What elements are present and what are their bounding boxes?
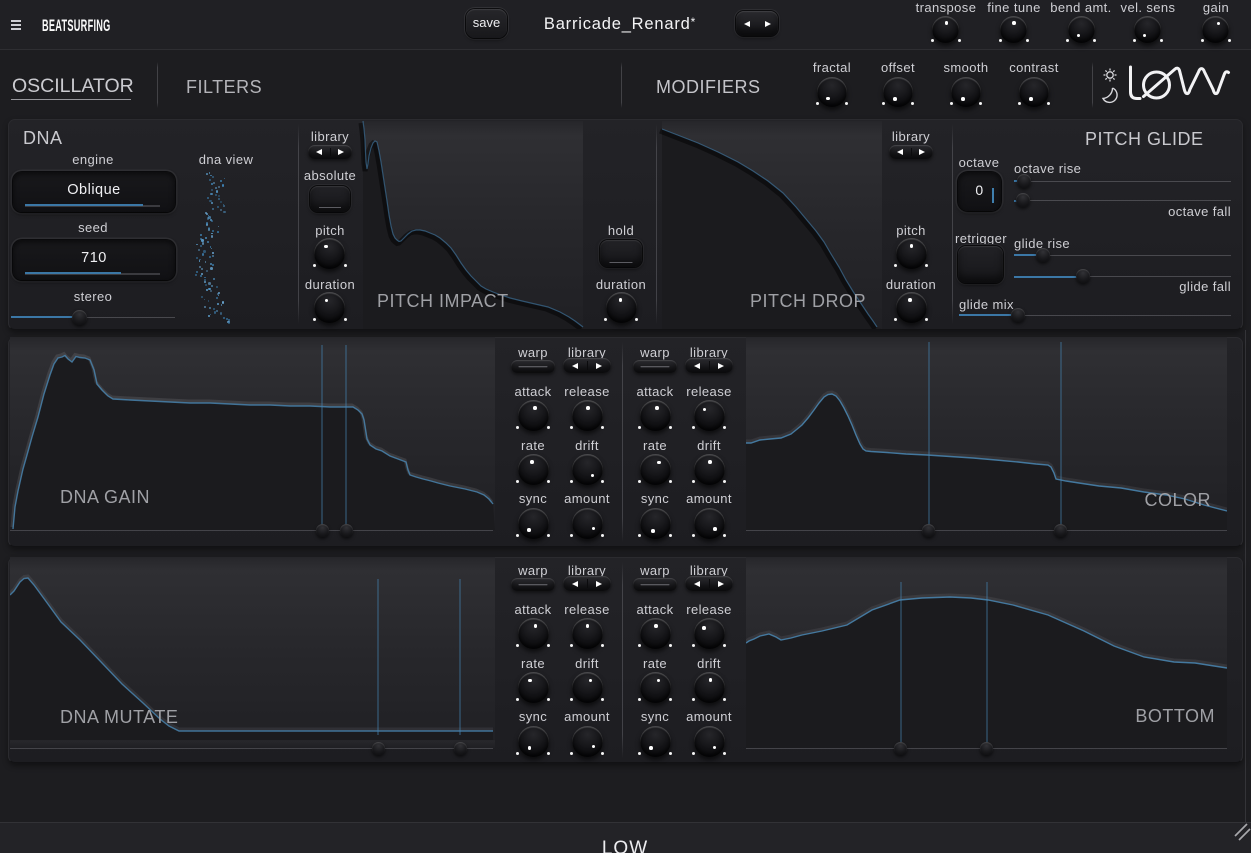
svg-text:DNA MUTATE: DNA MUTATE [60, 707, 178, 727]
svg-text:DNA GAIN: DNA GAIN [60, 487, 150, 507]
svg-text:BOTTOM: BOTTOM [1135, 706, 1215, 726]
svg-text:COLOR: COLOR [1144, 490, 1211, 510]
